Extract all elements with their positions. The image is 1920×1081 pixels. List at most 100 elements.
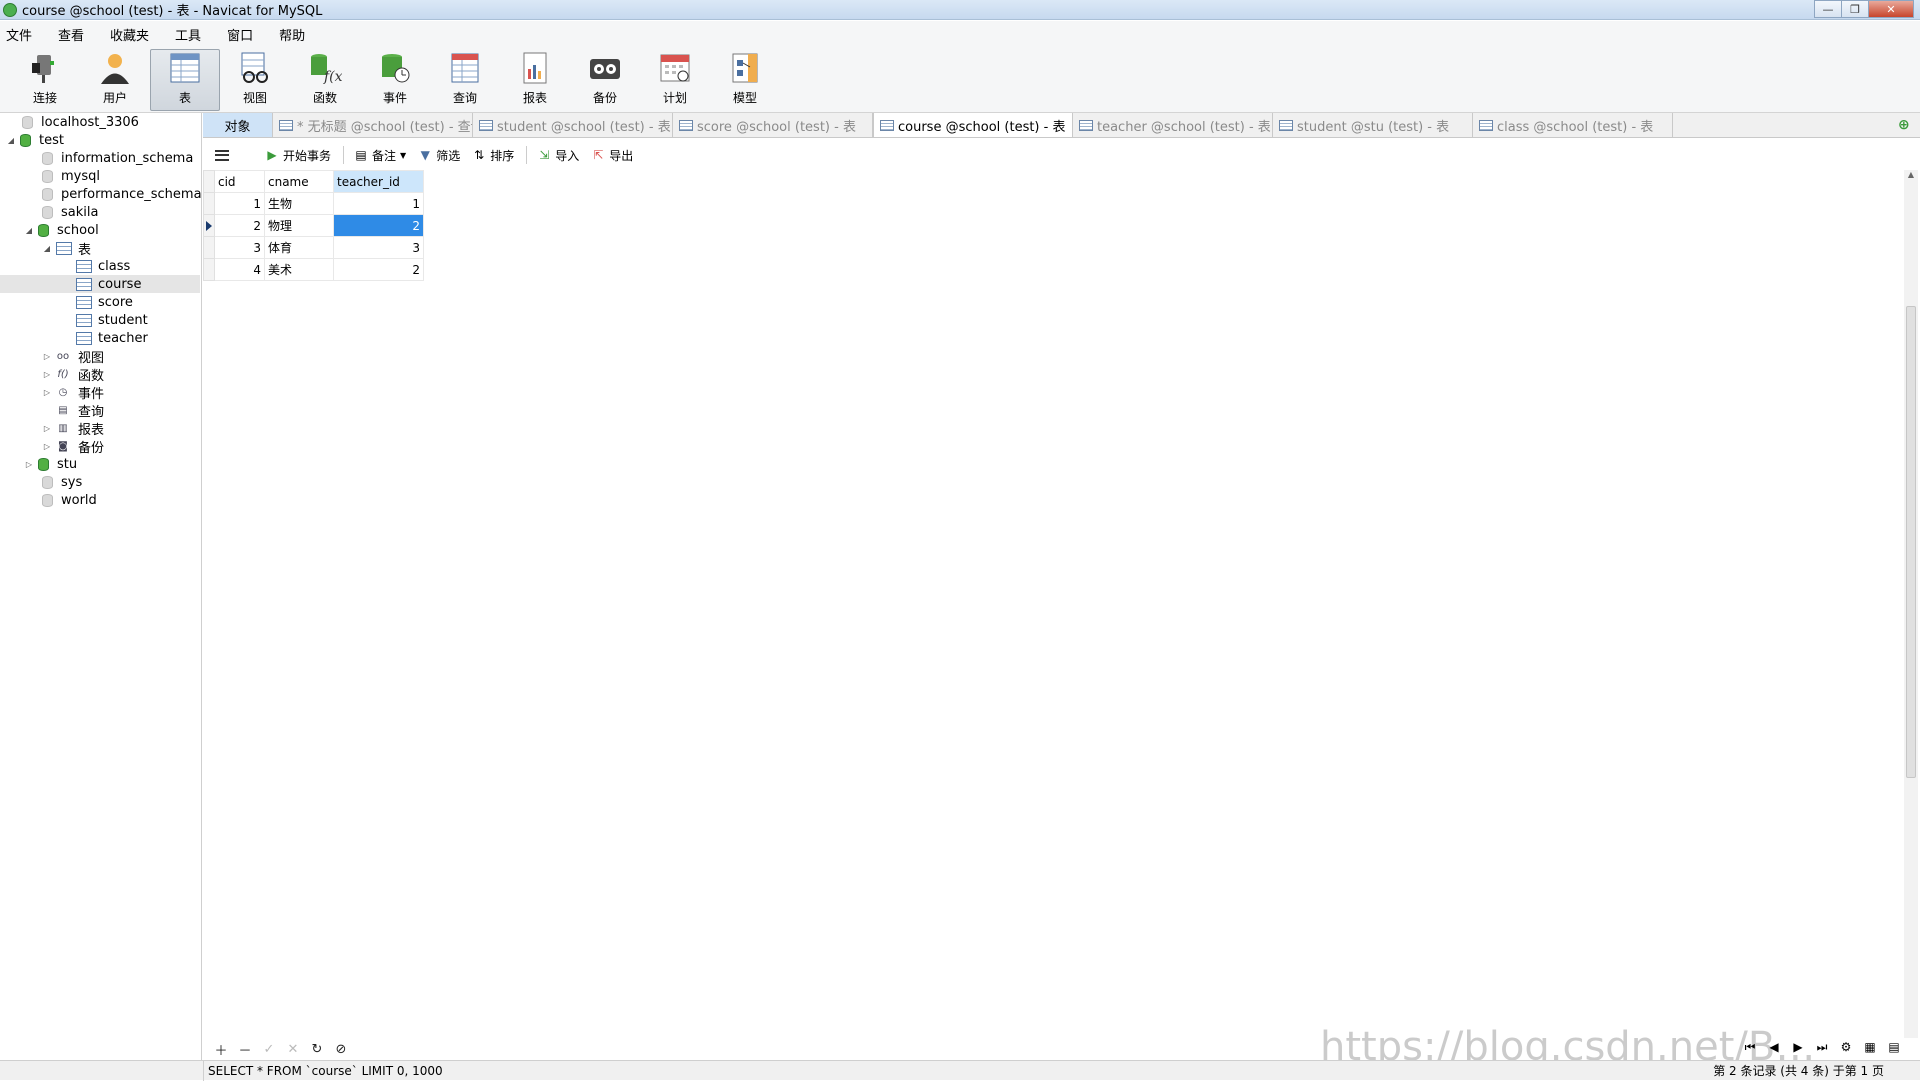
row-header[interactable]: [203, 236, 215, 259]
cell-cname[interactable]: 生物: [264, 192, 334, 215]
tree-db-performance-schema[interactable]: performance_schema: [42, 185, 202, 203]
tree-connection-localhost[interactable]: localhost_3306: [22, 113, 139, 131]
column-header-cid[interactable]: cid: [214, 170, 265, 193]
toolbar-model-button[interactable]: 模型: [710, 49, 780, 111]
collapse-arrow-icon[interactable]: ◢: [42, 244, 52, 253]
tab-student-school[interactable]: student @school (test) - 表: [473, 113, 673, 137]
tree-db-information-schema[interactable]: information_schema: [42, 149, 193, 167]
toolbar-query-button[interactable]: 查询: [430, 49, 500, 111]
cell-cid[interactable]: 3: [214, 236, 265, 259]
cell-teacher-id[interactable]: 1: [333, 192, 424, 215]
expand-arrow-icon[interactable]: ▷: [42, 424, 52, 433]
tree-table-class[interactable]: class: [76, 257, 130, 275]
tab-teacher-school[interactable]: teacher @school (test) - 表: [1073, 113, 1273, 137]
menu-view[interactable]: 查看: [58, 25, 84, 44]
close-button[interactable]: ✕: [1868, 0, 1914, 18]
tab-course-school[interactable]: course @school (test) - 表: [873, 113, 1073, 137]
menu-window[interactable]: 窗口: [227, 25, 253, 44]
toolbar-function-button[interactable]: f(x) 函数: [290, 49, 360, 111]
cell-cid[interactable]: 2: [214, 214, 265, 237]
cell-cname[interactable]: 美术: [264, 258, 334, 281]
collapse-arrow-icon[interactable]: ◢: [6, 136, 16, 145]
tab-objects[interactable]: 对象: [203, 113, 273, 137]
note-button[interactable]: ▤ 备注 ▼: [354, 147, 406, 164]
refresh-icon[interactable]: ↻: [305, 1042, 329, 1057]
toolbar-view-button[interactable]: 视图: [220, 49, 290, 111]
tree-backups-folder[interactable]: ▷ ◙ 备份: [42, 437, 104, 456]
scrollbar-thumb[interactable]: [1906, 306, 1916, 778]
tree-db-school[interactable]: ◢ school: [24, 221, 99, 239]
import-button[interactable]: ⇲ 导入: [537, 147, 579, 164]
menu-tools[interactable]: 工具: [175, 25, 201, 44]
toolbar-user-button[interactable]: 用户: [80, 49, 150, 111]
toolbar-report-button[interactable]: 报表: [500, 49, 570, 111]
tree-db-sys[interactable]: sys: [42, 473, 82, 491]
cell-cid[interactable]: 1: [214, 192, 265, 215]
expand-arrow-icon[interactable]: ▷: [42, 352, 52, 361]
tree-table-course[interactable]: course: [0, 275, 200, 293]
toolbar-table-button[interactable]: 表: [150, 49, 220, 111]
tree-tables-folder[interactable]: ◢ 表: [42, 239, 91, 258]
row-header[interactable]: [203, 258, 215, 281]
column-header-teacher-id[interactable]: teacher_id: [333, 170, 424, 193]
cell-teacher-id-selected[interactable]: 2: [333, 214, 424, 237]
toolbar-schedule-button[interactable]: 计划: [640, 49, 710, 111]
tree-db-stu[interactable]: ▷ stu: [24, 455, 77, 473]
grid-view-icon[interactable]: ▦: [1858, 1040, 1882, 1055]
toolbar-connect-button[interactable]: 连接: [10, 49, 80, 111]
add-record-icon[interactable]: ＋: [209, 1040, 233, 1059]
expand-arrow-icon[interactable]: ▷: [42, 442, 52, 451]
tree-table-teacher[interactable]: teacher: [76, 329, 148, 347]
next-page-icon[interactable]: ▶: [1786, 1040, 1810, 1055]
toolbar-event-button[interactable]: 事件: [360, 49, 430, 111]
tab-student-stu[interactable]: student @stu (test) - 表: [1273, 113, 1473, 137]
table-row[interactable]: 3 体育 3: [203, 236, 424, 259]
discard-changes-icon[interactable]: ✕: [281, 1042, 305, 1057]
cell-cname[interactable]: 物理: [264, 214, 334, 237]
tab-untitled-query[interactable]: * 无标题 @school (test) - 查询: [273, 113, 473, 137]
previous-page-icon[interactable]: ◀: [1762, 1040, 1786, 1055]
cell-cid[interactable]: 4: [214, 258, 265, 281]
scroll-up-arrow-icon[interactable]: ▲: [1904, 170, 1918, 184]
filter-button[interactable]: ▼ 筛选: [418, 147, 461, 164]
expand-arrow-icon[interactable]: ▷: [24, 460, 34, 469]
menu-favorites[interactable]: 收藏夹: [110, 25, 149, 44]
apply-changes-icon[interactable]: ✓: [257, 1042, 281, 1057]
tree-queries-folder[interactable]: ▤ 查询: [56, 401, 104, 420]
first-page-icon[interactable]: ⏮: [1738, 1040, 1762, 1055]
tree-table-student[interactable]: student: [76, 311, 148, 329]
vertical-scrollbar[interactable]: ▲: [1904, 170, 1918, 1038]
menu-help[interactable]: 帮助: [279, 25, 305, 44]
form-view-icon[interactable]: ▤: [1882, 1040, 1906, 1055]
begin-transaction-button[interactable]: ▶ 开始事务: [265, 147, 331, 164]
tree-views-folder[interactable]: ▷ oo 视图: [42, 347, 104, 366]
expand-arrow-icon[interactable]: ▷: [42, 370, 52, 379]
tree-db-sakila[interactable]: sakila: [42, 203, 98, 221]
tree-table-score[interactable]: score: [76, 293, 133, 311]
minimize-button[interactable]: —: [1814, 0, 1842, 18]
tree-connection-test[interactable]: ◢ test: [6, 131, 64, 149]
table-row[interactable]: 4 美术 2: [203, 258, 424, 281]
toolbar-backup-button[interactable]: 备份: [570, 49, 640, 111]
cell-teacher-id[interactable]: 3: [333, 236, 424, 259]
new-tab-plus-icon[interactable]: ⊕: [1898, 117, 1914, 133]
tree-db-mysql[interactable]: mysql: [42, 167, 100, 185]
export-button[interactable]: ⇱ 导出: [591, 147, 633, 164]
delete-record-icon[interactable]: －: [233, 1040, 257, 1059]
tree-reports-folder[interactable]: ▷ ▥ 报表: [42, 419, 104, 438]
expand-arrow-icon[interactable]: ▷: [42, 388, 52, 397]
last-page-icon[interactable]: ⏭: [1810, 1040, 1834, 1055]
menu-hamburger-icon[interactable]: [215, 149, 229, 161]
cell-teacher-id[interactable]: 2: [333, 258, 424, 281]
collapse-arrow-icon[interactable]: ◢: [24, 226, 34, 235]
menu-file[interactable]: 文件: [6, 25, 32, 44]
sort-button[interactable]: ⇅ 排序: [472, 147, 514, 164]
tree-events-folder[interactable]: ▷ ◷ 事件: [42, 383, 104, 402]
table-row[interactable]: 1 生物 1: [203, 192, 424, 215]
settings-gear-icon[interactable]: ⚙: [1834, 1040, 1858, 1055]
tab-class-school[interactable]: class @school (test) - 表: [1473, 113, 1673, 137]
cell-cname[interactable]: 体育: [264, 236, 334, 259]
tab-score-school[interactable]: score @school (test) - 表: [673, 113, 873, 137]
maximize-button[interactable]: ❐: [1841, 0, 1869, 18]
table-row[interactable]: 2 物理 2: [203, 214, 424, 237]
